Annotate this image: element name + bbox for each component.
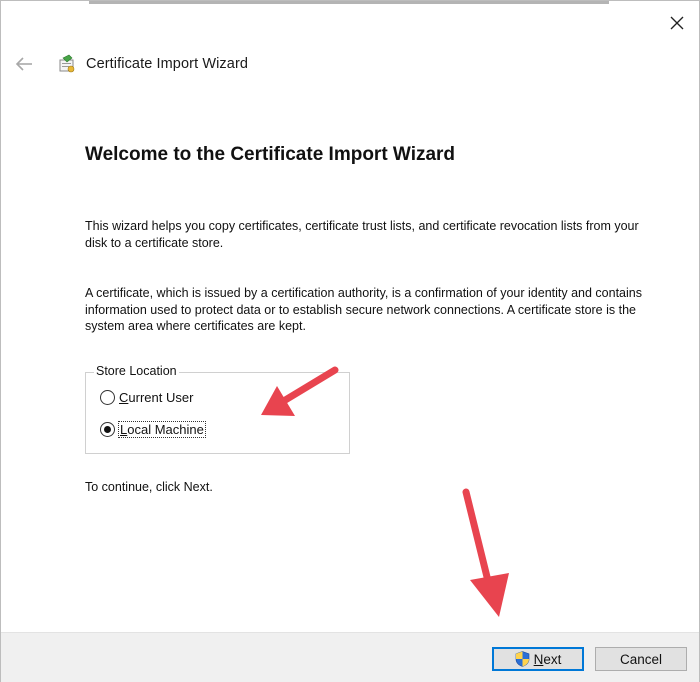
window-title: Certificate Import Wizard (86, 56, 249, 72)
radio-current-user[interactable]: Current User (100, 390, 193, 405)
close-icon (670, 16, 684, 30)
radio-local-machine[interactable]: Local Machine (100, 421, 206, 438)
radio-button-local-machine[interactable] (100, 422, 115, 437)
store-location-legend: Store Location (94, 364, 179, 378)
radio-label-current-user: Current User (119, 390, 194, 405)
wizard-footer: Next Cancel (1, 632, 699, 682)
next-button-label: Next (533, 651, 562, 667)
close-button[interactable] (655, 5, 699, 41)
certificate-wizard-icon (59, 54, 75, 73)
radio-label-local-machine: Local Machine (118, 421, 206, 438)
window-top-edge (89, 1, 609, 4)
back-button[interactable] (13, 53, 35, 75)
wizard-header: Certificate Import Wizard (13, 51, 248, 77)
radio-button-current-user[interactable] (100, 390, 115, 405)
uac-shield-icon (515, 651, 529, 667)
page-title: Welcome to the Certificate Import Wizard (85, 144, 456, 165)
next-button[interactable]: Next (492, 647, 584, 671)
continue-instruction: To continue, click Next. (85, 480, 213, 494)
description-paragraph: A certificate, which is issued by a cert… (85, 286, 642, 333)
cancel-button[interactable]: Cancel (595, 647, 687, 671)
back-arrow-icon (15, 57, 32, 71)
certificate-import-wizard-window: Certificate Import Wizard Welcome to the… (0, 0, 700, 682)
intro-paragraph: This wizard helps you copy certificates,… (85, 219, 639, 250)
store-location-group: Store Location Current User Local Machin… (85, 364, 350, 454)
